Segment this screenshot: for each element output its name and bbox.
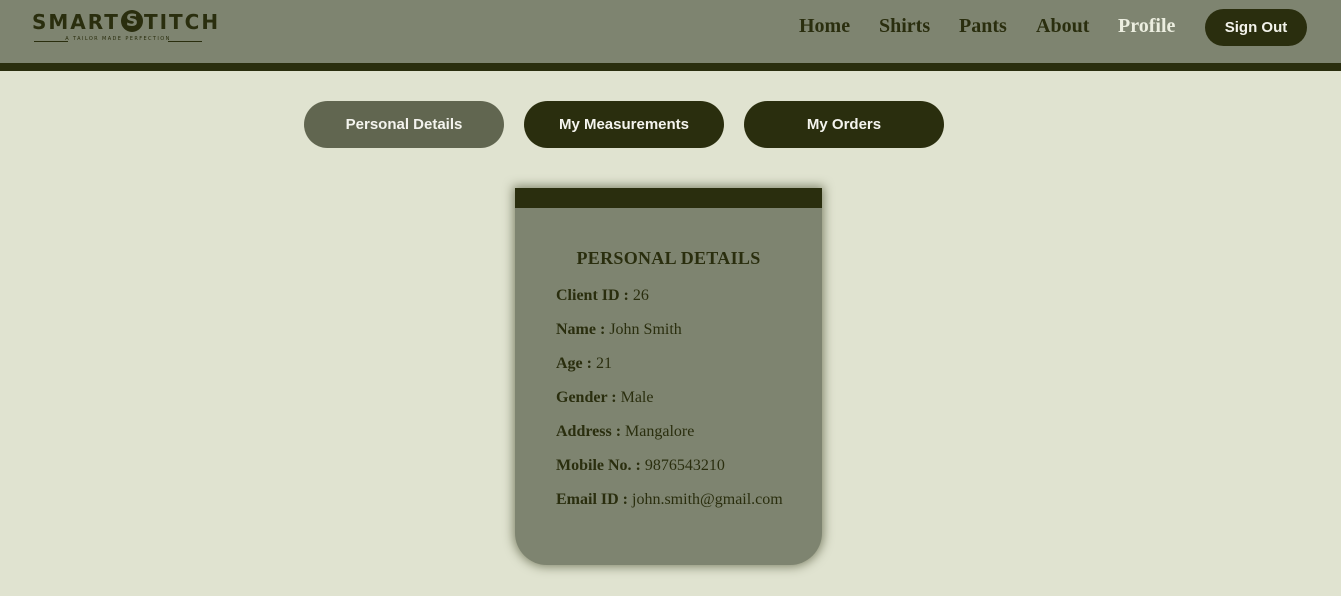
nav-home-link[interactable]: Home <box>799 15 850 38</box>
sign-out-button[interactable]: Sign Out <box>1205 9 1307 46</box>
field-client-id: Client ID : 26 <box>556 287 649 305</box>
smartstitch-logo[interactable]: SMART S TITCH A TAILOR MADE PERFECTION <box>32 10 218 46</box>
field-email: Email ID : john.smith@gmail.com <box>556 491 783 509</box>
field-label: Age : <box>556 355 592 372</box>
field-mobile: Mobile No. : 9876543210 <box>556 457 725 475</box>
field-label: Address : <box>556 423 622 440</box>
nav-pants-link[interactable]: Pants <box>959 15 1007 38</box>
field-value: John Smith <box>609 321 682 338</box>
card-title: PERSONAL DETAILS <box>576 248 761 268</box>
nav-shirts-link[interactable]: Shirts <box>879 15 930 38</box>
field-value: Male <box>620 389 654 406</box>
navbar: SMART S TITCH A TAILOR MADE PERFECTION Hom… <box>0 0 1341 63</box>
navbar-border <box>0 63 1341 71</box>
field-value: john.smith@gmail.com <box>632 491 783 508</box>
nav-about-link[interactable]: About <box>1036 15 1089 38</box>
field-value: 9876543210 <box>644 457 725 474</box>
field-age: Age : 21 <box>556 355 612 373</box>
field-label: Gender : <box>556 389 617 406</box>
logo-wordmark: SMART S TITCH <box>32 10 221 34</box>
logo-s-badge-icon: S <box>120 10 143 32</box>
logo-divider-right <box>168 41 202 42</box>
field-address: Address : Mangalore <box>556 423 694 441</box>
nav-profile-link[interactable]: Profile <box>1118 15 1175 38</box>
field-label: Name : <box>556 321 606 338</box>
field-value: 21 <box>595 355 612 372</box>
tab-my-orders[interactable]: My Orders <box>744 101 944 148</box>
personal-details-card: PERSONAL DETAILS Client ID : 26 Name : J… <box>515 188 822 565</box>
field-value: 26 <box>632 287 649 304</box>
field-label: Client ID : <box>556 287 629 304</box>
tab-personal-details[interactable]: Personal Details <box>304 101 504 148</box>
field-gender: Gender : Male <box>556 389 653 407</box>
tab-my-measurements[interactable]: My Measurements <box>524 101 724 148</box>
field-label: Email ID : <box>556 491 628 508</box>
field-value: Mangalore <box>625 423 695 440</box>
field-name: Name : John Smith <box>556 321 682 339</box>
card-header-bar <box>515 188 822 208</box>
field-label: Mobile No. : <box>556 457 641 474</box>
